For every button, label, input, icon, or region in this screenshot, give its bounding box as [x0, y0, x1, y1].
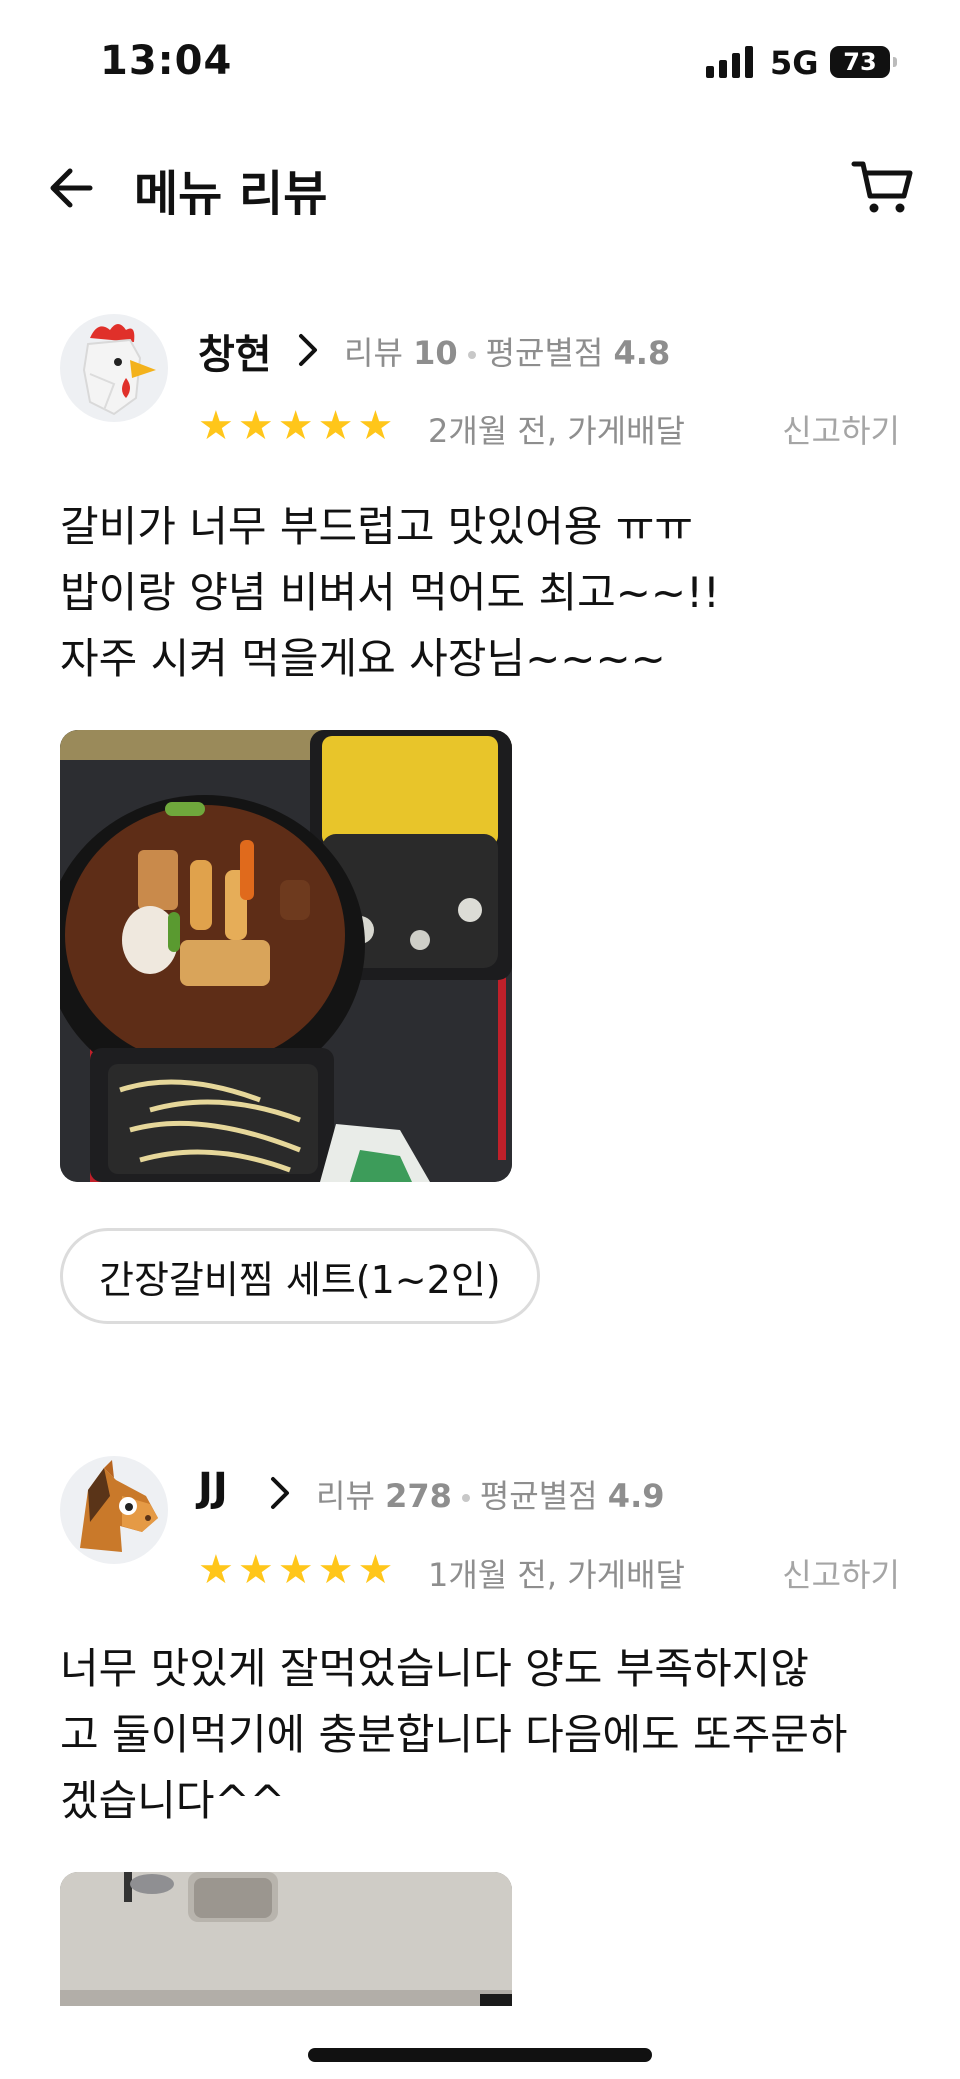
menu-tag-chip[interactable]: 간장갈비찜 세트(1~2인) [60, 1228, 540, 1324]
star-icon: ★ [317, 1547, 354, 1593]
top-nav: 메뉴 리뷰 [0, 140, 960, 230]
horse-avatar-icon[interactable] [60, 1456, 168, 1564]
back-arrow-icon[interactable] [44, 158, 104, 218]
review-date: 2개월 전, 가게배달 [428, 412, 685, 450]
review-text: 너무 맛있게 잘먹었습니다 양도 부족하지않 고 둘이먹기에 충분합니다 다음에… [60, 1644, 848, 1825]
review-date: 1개월 전, 가게배달 [428, 1556, 685, 1594]
star-icon: ★ [357, 1547, 394, 1593]
network-label: 5G [770, 44, 819, 82]
star-icon: ★ [357, 403, 394, 449]
star-icon: ★ [237, 403, 274, 449]
battery-level: 73 [843, 48, 877, 76]
signal-icon [706, 46, 753, 78]
reviewer-stats: 리뷰 10 평균별점 4.8 [344, 328, 670, 374]
review-count: 10 [413, 334, 458, 372]
reviewer-name[interactable]: 창현 [198, 322, 272, 380]
report-link[interactable]: 신고하기 [782, 406, 900, 452]
report-link[interactable]: 신고하기 [782, 1550, 900, 1596]
review-count-label: 리뷰 [316, 1477, 375, 1515]
star-icon: ★ [277, 1547, 314, 1593]
chevron-right-icon[interactable] [268, 1475, 292, 1511]
cart-icon[interactable] [850, 154, 916, 220]
star-icon: ★ [198, 1547, 234, 1593]
star-icon: ★ [317, 403, 354, 449]
review-photo[interactable] [60, 1872, 512, 2006]
reviewer-stats: 리뷰 278 평균별점 4.9 [316, 1471, 664, 1517]
battery-icon: 73 [830, 46, 897, 78]
avg-rating: 4.9 [607, 1477, 665, 1515]
avg-rating: 4.8 [613, 334, 671, 372]
star-icon: ★ [198, 403, 234, 449]
separator-dot [467, 351, 476, 359]
star-icon: ★ [277, 403, 314, 449]
avg-rating-label: 평균별점 [485, 334, 604, 372]
star-rating: ★ ★ ★ ★ ★ [198, 406, 393, 446]
status-bar: 13:04 5G 73 [0, 0, 960, 120]
avg-rating-label: 평균별점 [479, 1477, 598, 1515]
review-count-label: 리뷰 [344, 334, 403, 372]
review-page: 13:04 5G 73 메뉴 리뷰 창현 리뷰 10 평균별점 4.8 ★ ★ … [0, 0, 960, 2079]
status-time: 13:04 [100, 38, 233, 84]
rooster-avatar-icon[interactable] [60, 314, 168, 422]
review-photo[interactable] [60, 730, 512, 1182]
separator-dot [461, 1494, 470, 1502]
review-text: 갈비가 너무 부드럽고 맛있어용 ㅠㅠ 밥이랑 양념 비벼서 먹어도 최고~~!… [60, 502, 720, 683]
chevron-right-icon[interactable] [296, 332, 320, 368]
star-icon: ★ [237, 1547, 274, 1593]
review-count: 278 [385, 1477, 452, 1515]
home-indicator[interactable] [308, 2048, 652, 2062]
star-rating: ★ ★ ★ ★ ★ [198, 1550, 393, 1590]
reviewer-name[interactable]: JJ [198, 1465, 228, 1511]
page-title: 메뉴 리뷰 [134, 166, 328, 222]
